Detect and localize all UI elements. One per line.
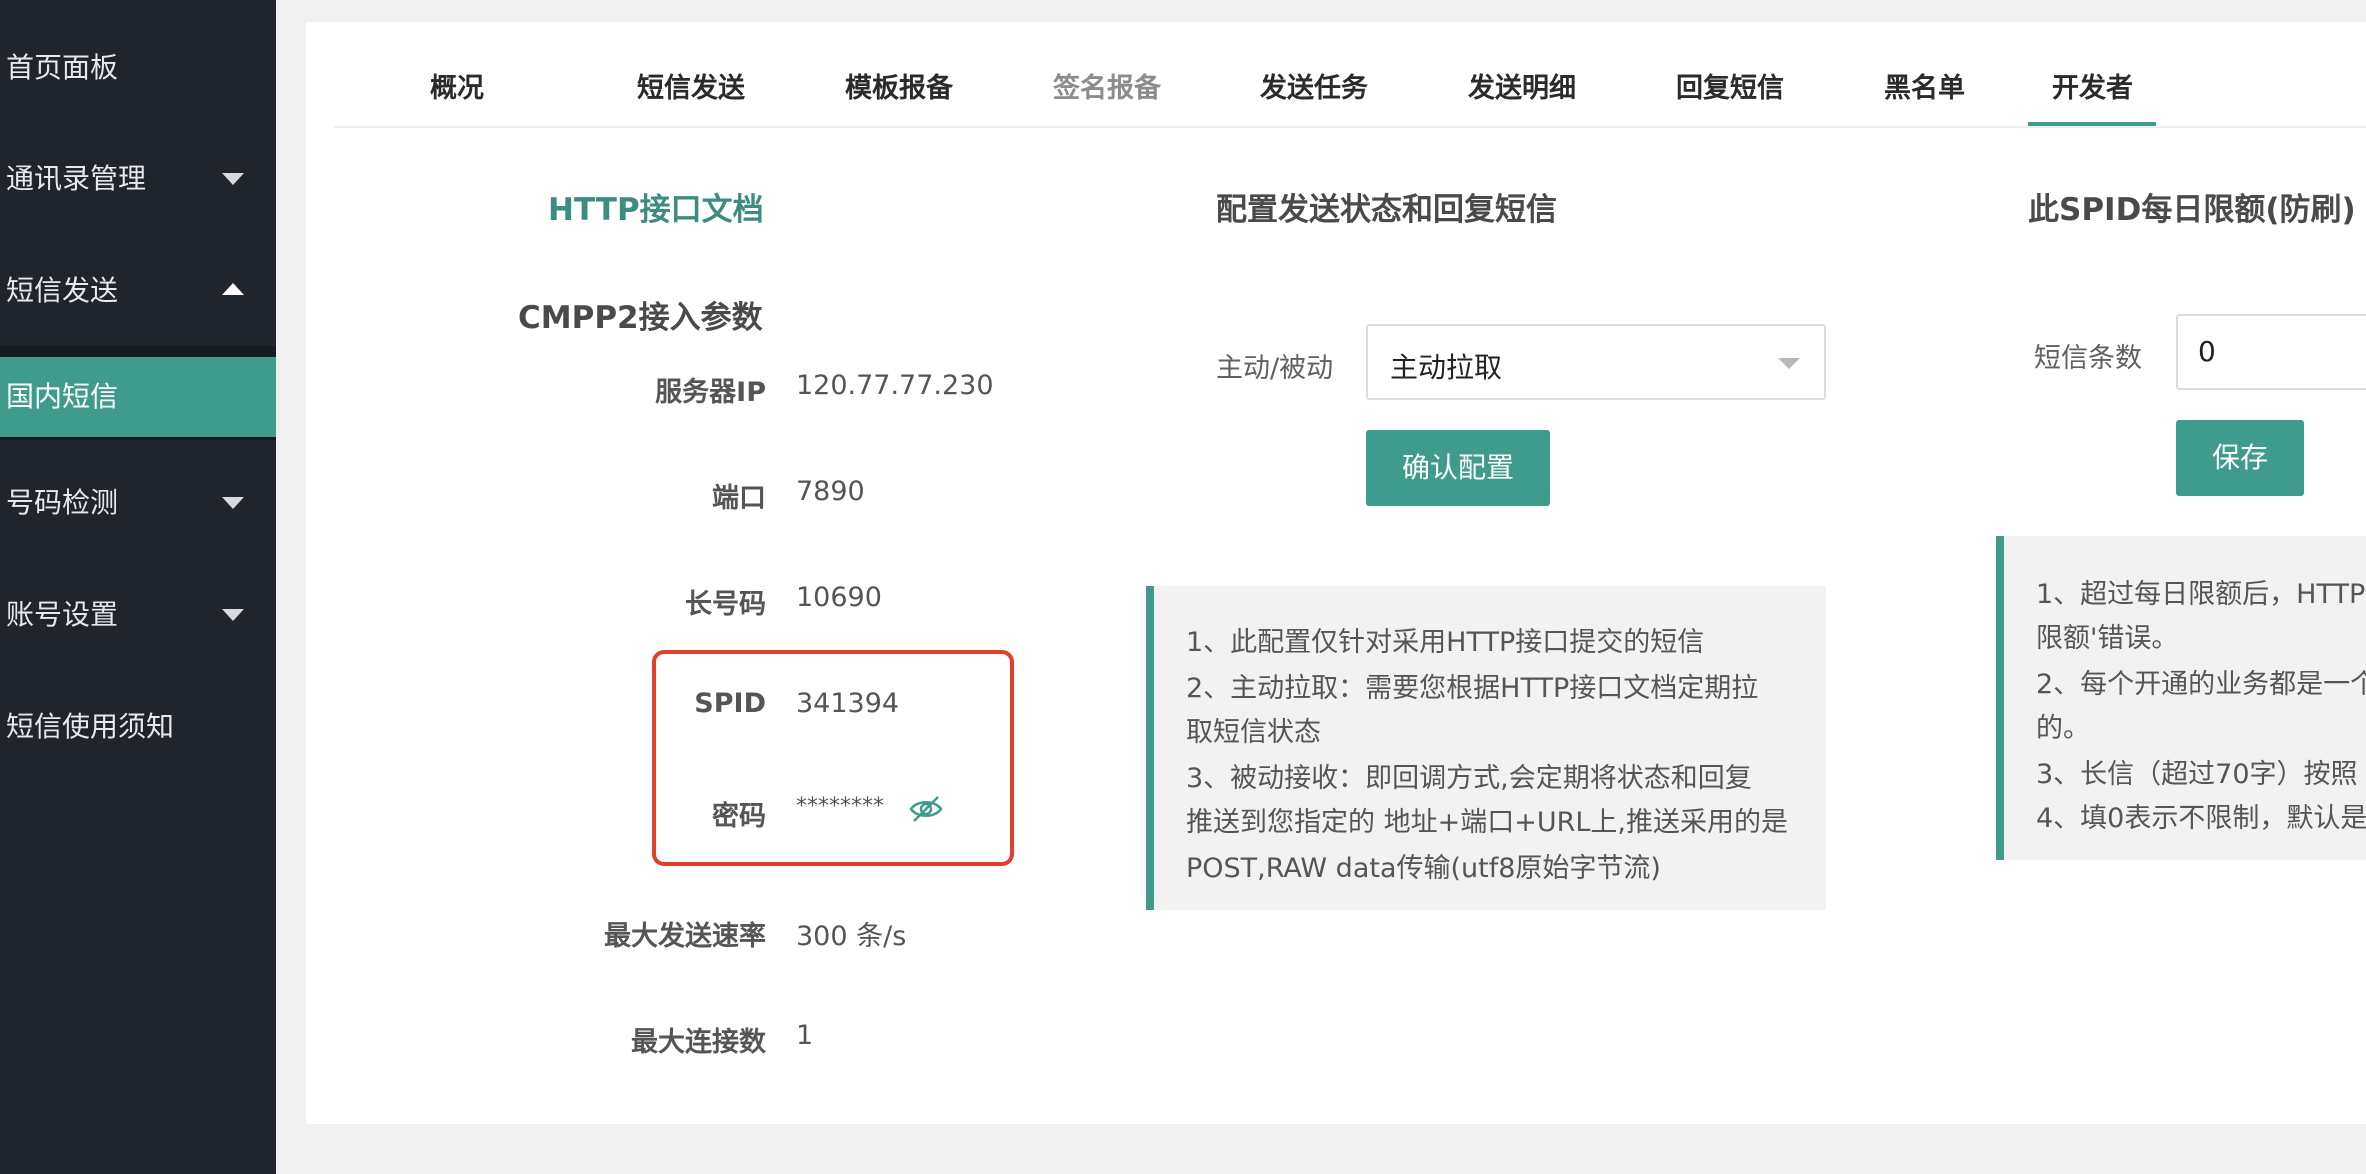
param-value: 120.77.77.230: [796, 370, 994, 401]
eye-off-icon[interactable]: [908, 794, 944, 824]
tab-developer[interactable]: 开发者: [2052, 66, 2133, 105]
tab-sms-send[interactable]: 短信发送: [637, 66, 745, 105]
tab-reply-sms[interactable]: 回复短信: [1676, 66, 1784, 105]
sidebar-item-label: 短信发送: [6, 274, 119, 307]
sidebar-item-number-check[interactable]: 号码检测: [0, 463, 276, 543]
note-line: 2、每个开通的业务都是一个: [2036, 669, 2366, 700]
count-input[interactable]: 0: [2176, 314, 2366, 390]
sidebar-item-domestic-sms[interactable]: 国内短信: [0, 357, 276, 437]
note-line: 3、被动接收：即回调方式,会定期将状态和回复: [1186, 763, 1752, 794]
tab-overview[interactable]: 概况: [430, 66, 484, 105]
sidebar-item-sms-notice[interactable]: 短信使用须知: [0, 687, 276, 767]
chevron-down-icon: [1778, 358, 1800, 369]
active-tab-indicator: [2028, 122, 2156, 126]
note-line: 的。: [2036, 713, 2090, 744]
sidebar-item-label: 通讯录管理: [6, 162, 147, 195]
mode-label: 主动/被动: [1216, 353, 1334, 384]
param-label: SPID: [694, 688, 766, 719]
param-label: 端口: [712, 483, 766, 514]
sidebar-item-label: 号码检测: [6, 486, 119, 519]
password-value: ********: [796, 794, 884, 819]
param-label: 长号码: [685, 589, 766, 620]
count-label: 短信条数: [2034, 343, 2142, 374]
note-line: 1、此配置仅针对采用HTTP接口提交的短信: [1186, 627, 1705, 658]
config-title: 配置发送状态和回复短信: [1216, 192, 1557, 228]
highlight-box: [652, 650, 1014, 866]
config-notes: 1、此配置仅针对采用HTTP接口提交的短信 2、主动拉取：需要您根据HTTP接口…: [1146, 586, 1826, 910]
param-value: 1: [796, 1020, 814, 1051]
sidebar-item-account-settings[interactable]: 账号设置: [0, 575, 276, 655]
tab-send-details[interactable]: 发送明细: [1468, 66, 1576, 105]
sidebar: 首页面板 通讯录管理 短信发送 国内短信 号码检测 账号设置 短信使用须知: [0, 0, 276, 1174]
sidebar-item-label: 国内短信: [6, 380, 119, 413]
chevron-down-icon: [222, 497, 244, 509]
chevron-down-icon: [222, 609, 244, 621]
note-line: 3、长信（超过70字）按照: [2036, 759, 2358, 790]
note-line: 限额'错误。: [2036, 623, 2179, 654]
note-line: POST,RAW data传输(utf8原始字节流): [1186, 853, 1661, 884]
save-button[interactable]: 保存: [2176, 420, 2304, 496]
param-label: 服务器IP: [655, 377, 766, 408]
sidebar-item-label: 首页面板: [6, 51, 119, 84]
note-line: 2、主动拉取：需要您根据HTTP接口文档定期拉: [1186, 673, 1759, 704]
note-line: 1、超过每日限额后，HTTP: [2036, 579, 2366, 610]
tab-bar: 概况 短信发送 模板报备 签名报备 发送任务 发送明细 回复短信 黑名单 开发者: [334, 22, 2366, 128]
chevron-up-icon: [222, 283, 244, 295]
limit-title: 此SPID每日限额(防刷): [2028, 192, 2356, 228]
param-value: 341394: [796, 688, 900, 719]
param-value: 300 条/s: [796, 921, 907, 952]
tab-signature-filing[interactable]: 签名报备: [1053, 66, 1161, 105]
mode-select-value: 主动拉取: [1390, 351, 1503, 384]
limit-notes: 1、超过每日限额后，HTTP 限额'错误。 2、每个开通的业务都是一个 的。 3…: [1996, 536, 2366, 860]
chevron-down-icon: [222, 173, 244, 185]
param-label: 密码: [712, 801, 766, 832]
tab-template-filing[interactable]: 模板报备: [845, 66, 953, 105]
note-line: 取短信状态: [1186, 717, 1321, 748]
tab-blacklist[interactable]: 黑名单: [1884, 66, 1965, 105]
sidebar-item-dashboard[interactable]: 首页面板: [0, 28, 276, 108]
param-label: 最大发送速率: [604, 921, 766, 952]
sidebar-item-sms-send[interactable]: 短信发送: [0, 251, 276, 331]
sidebar-item-contacts[interactable]: 通讯录管理: [0, 139, 276, 219]
sidebar-item-label: 短信使用须知: [6, 710, 175, 743]
note-line: 推送到您指定的 地址+端口+URL上,推送采用的是: [1186, 807, 1788, 838]
cmpp-title: CMPP2接入参数: [518, 300, 763, 336]
param-label: 最大连接数: [631, 1027, 766, 1058]
param-value: 10690: [796, 582, 882, 613]
sidebar-item-label: 账号设置: [6, 598, 119, 631]
http-doc-link[interactable]: HTTP接口文档: [548, 184, 764, 229]
confirm-config-button[interactable]: 确认配置: [1366, 430, 1550, 506]
mode-select[interactable]: 主动拉取: [1366, 324, 1826, 400]
param-value: 7890: [796, 476, 865, 507]
note-line: 4、填0表示不限制，默认是: [2036, 803, 2366, 834]
tab-send-tasks[interactable]: 发送任务: [1260, 66, 1368, 105]
